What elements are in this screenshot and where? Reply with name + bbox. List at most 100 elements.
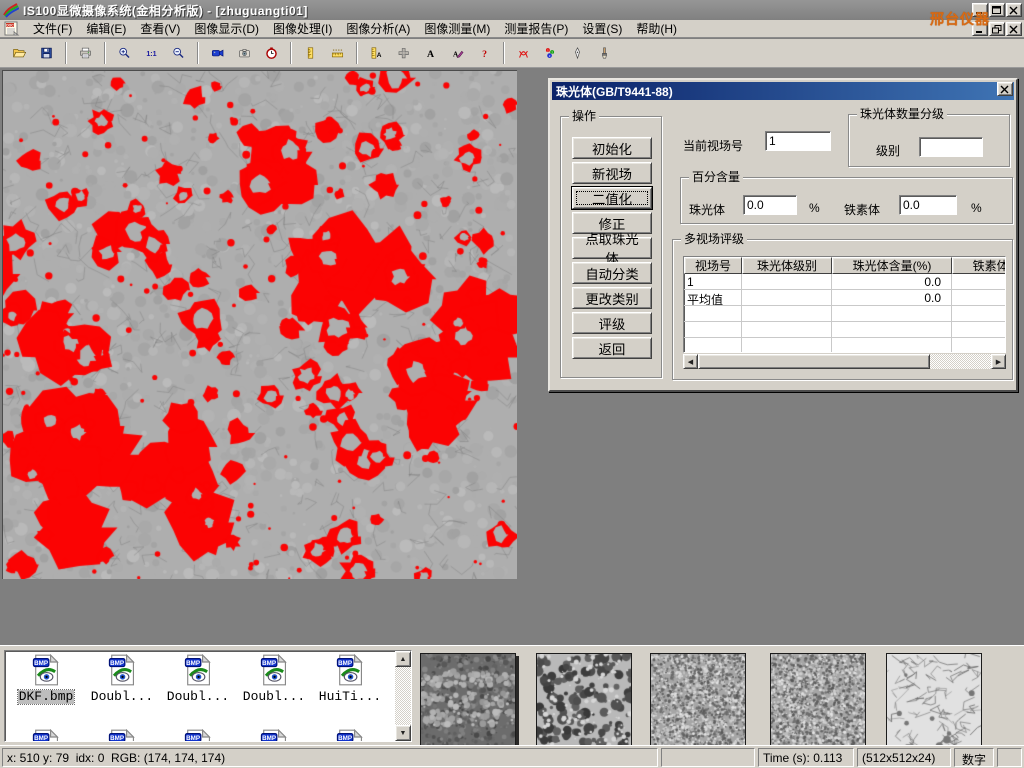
menu-item-0[interactable]: 文件(F) <box>26 19 79 38</box>
maximize-button[interactable] <box>989 3 1005 17</box>
op-button-4[interactable]: 点取珠光体 <box>572 237 652 259</box>
menu-item-2[interactable]: 查看(V) <box>133 19 187 38</box>
thumbnail-1[interactable] <box>420 653 516 747</box>
menu-item-7[interactable]: 测量报告(P) <box>497 19 575 38</box>
file-item-DKF.bmp[interactable]: BMPDKF.bmp <box>9 654 83 704</box>
menu-item-6[interactable]: 图像测量(M) <box>417 19 497 38</box>
toolbar-button-picker[interactable] <box>564 40 591 66</box>
table-row[interactable] <box>684 338 1005 353</box>
hscroll-right-button[interactable]: ▶ <box>991 354 1006 369</box>
file-item-Doubl...[interactable]: BMPDoubl... <box>85 654 159 704</box>
file-item-HuiTi...[interactable]: BMPHuiTi... <box>313 654 387 704</box>
svg-text:A: A <box>377 52 382 59</box>
file-item-row2-4[interactable]: BMP <box>313 729 387 742</box>
vscroll-down-button[interactable]: ▼ <box>395 725 411 741</box>
table-column-3[interactable]: 铁素体含量(%) <box>952 257 1006 274</box>
vscroll-track[interactable] <box>395 667 411 725</box>
file-item-row2-0[interactable]: BMP <box>9 729 83 742</box>
toolbar-button-timer[interactable] <box>258 40 285 66</box>
file-name: Doubl... <box>90 690 154 704</box>
pearlite-percent-input[interactable]: 0.0 <box>743 195 797 215</box>
mdi-restore-button[interactable] <box>989 22 1005 36</box>
toolbar-button-zoom-out[interactable] <box>165 40 192 66</box>
file-item-row2-2[interactable]: BMP <box>161 729 235 742</box>
close-icon <box>1009 6 1019 15</box>
toolbar-button-video-camera[interactable] <box>204 40 231 66</box>
toolbar-button-zoom-in[interactable] <box>111 40 138 66</box>
toolbar-button-actual-size[interactable]: 1:1 <box>138 40 165 66</box>
bmp-file-icon: BMP <box>183 654 213 686</box>
op-button-0[interactable]: 初始化 <box>572 137 652 159</box>
thumbnail-3[interactable] <box>650 653 746 747</box>
table-row[interactable] <box>684 322 1005 338</box>
toolbar-button-save[interactable] <box>33 40 60 66</box>
bmp-file-icon: BMP <box>259 729 289 742</box>
table-hscrollbar[interactable]: ◀ ▶ <box>683 354 1006 369</box>
toolbar-button-help[interactable]: ? <box>471 40 498 66</box>
file-list: ▲ ▼ BMPDKF.bmpBMPDoubl...BMPDoubl...BMPD… <box>4 650 412 742</box>
toolbar-separator <box>290 42 292 64</box>
hscroll-track[interactable] <box>930 354 991 369</box>
table-column-2[interactable]: 珠光体含量(%) <box>832 257 952 274</box>
multifield-table[interactable]: 视场号珠光体级别珠光体含量(%)铁素体含量(%)10.0平均值0.0 <box>683 256 1006 353</box>
toolbar-button-snapshot[interactable] <box>231 40 258 66</box>
table-cell <box>952 338 1006 353</box>
table-row[interactable] <box>684 306 1005 322</box>
menu-item-1[interactable]: 编辑(E) <box>79 19 133 38</box>
table-column-0[interactable]: 视场号 <box>684 257 742 274</box>
file-name: DKF.bmp <box>18 690 75 704</box>
op-button-5[interactable]: 自动分类 <box>572 262 652 284</box>
toolbar-button-annotate[interactable]: A <box>444 40 471 66</box>
current-field-input[interactable]: 1 <box>765 131 831 151</box>
dialog-title-bar[interactable]: 珠光体(GB/T9441-88) <box>552 82 1014 100</box>
file-item-Doubl...[interactable]: BMPDoubl... <box>161 654 235 704</box>
thumbnail-5[interactable] <box>886 653 982 747</box>
dialog-title: 珠光体(GB/T9441-88) <box>556 83 673 100</box>
menu-item-8[interactable]: 设置(S) <box>575 19 629 38</box>
toolbar-button-print[interactable] <box>72 40 99 66</box>
op-button-7[interactable]: 评级 <box>572 312 652 334</box>
bmp-file-icon: BMP <box>107 729 137 742</box>
file-item-row2-1[interactable]: BMP <box>85 729 159 742</box>
table-row[interactable]: 平均值0.0 <box>684 290 1005 306</box>
op-button-8[interactable]: 返回 <box>572 337 652 359</box>
hscroll-thumb[interactable] <box>698 354 930 369</box>
menu-item-3[interactable]: 图像显示(D) <box>187 19 266 38</box>
file-item-Doubl...[interactable]: BMPDoubl... <box>237 654 311 704</box>
op-button-6[interactable]: 更改类别 <box>572 287 652 309</box>
vscroll-up-button[interactable]: ▲ <box>395 651 411 667</box>
close-button[interactable] <box>1006 3 1022 17</box>
hscroll-left-button[interactable]: ◀ <box>683 354 698 369</box>
mdi-close-button[interactable] <box>1006 22 1022 36</box>
toolbar-button-text[interactable]: A <box>417 40 444 66</box>
menu-item-5[interactable]: 图像分析(A) <box>339 19 417 38</box>
micrograph-image[interactable] <box>2 70 517 579</box>
grade-input[interactable] <box>919 137 983 157</box>
file-item-row2-3[interactable]: BMP <box>237 729 311 742</box>
dialog-close-button[interactable] <box>997 82 1013 96</box>
toolbar-button-brush[interactable] <box>591 40 618 66</box>
table-column-1[interactable]: 珠光体级别 <box>742 257 832 274</box>
table-cell <box>742 338 832 353</box>
toolbar-button-ruler[interactable] <box>324 40 351 66</box>
toolbar-button-open[interactable] <box>6 40 33 66</box>
toolbar-button-measure-scale[interactable]: A <box>363 40 390 66</box>
toolbar-button-caliper[interactable] <box>297 40 324 66</box>
thumbnail-2[interactable] <box>536 653 632 747</box>
save-icon <box>40 43 53 63</box>
thumbnail-4[interactable] <box>770 653 866 747</box>
menu-item-4[interactable]: 图像处理(I) <box>266 19 339 38</box>
toolbar-button-curve[interactable] <box>510 40 537 66</box>
toolbar-button-classify[interactable]: 123 <box>537 40 564 66</box>
menu-item-9[interactable]: 帮助(H) <box>629 19 684 38</box>
table-cell: 0.0 <box>832 274 952 289</box>
toolbar-button-pattern[interactable] <box>390 40 417 66</box>
status-mode: 数字 <box>954 748 994 767</box>
filelist-vscrollbar[interactable]: ▲ ▼ <box>395 651 411 741</box>
table-row[interactable]: 10.0 <box>684 274 1005 290</box>
ferrite-percent-input[interactable]: 0.0 <box>899 195 957 215</box>
svg-text:BMP: BMP <box>34 735 48 742</box>
table-cell <box>742 322 832 337</box>
op-button-1[interactable]: 新视场 <box>572 162 652 184</box>
op-button-2[interactable]: 二值化 <box>572 187 652 209</box>
